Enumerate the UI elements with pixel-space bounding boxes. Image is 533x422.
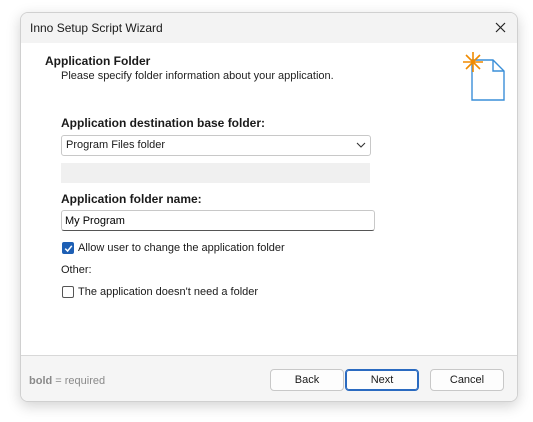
back-button[interactable]: Back xyxy=(270,369,344,391)
base-folder-label: Application destination base folder: xyxy=(61,116,266,130)
base-folder-path-display xyxy=(61,163,370,183)
allow-change-checkbox[interactable] xyxy=(62,242,74,254)
base-folder-dropdown[interactable]: Program Files folder xyxy=(61,135,371,156)
footer-bar: bold = required Back Next Cancel xyxy=(21,356,517,401)
wizard-content: Application Folder Please specify folder… xyxy=(21,43,517,355)
base-folder-value: Program Files folder xyxy=(66,139,166,151)
title-bar: Inno Setup Script Wizard xyxy=(21,13,517,43)
no-folder-checkbox[interactable] xyxy=(62,286,74,298)
page-subtitle: Please specify folder information about … xyxy=(61,70,334,82)
required-hint-text: = required xyxy=(52,375,106,387)
other-label: Other: xyxy=(61,264,92,276)
cancel-button[interactable]: Cancel xyxy=(430,369,504,391)
chevron-down-icon xyxy=(356,142,366,148)
checkmark-icon xyxy=(64,245,73,253)
next-button[interactable]: Next xyxy=(345,369,419,391)
allow-change-label[interactable]: Allow user to change the application fol… xyxy=(78,242,285,254)
wizard-window: Inno Setup Script Wizard Application Fol… xyxy=(20,12,518,402)
window-title: Inno Setup Script Wizard xyxy=(30,21,163,35)
folder-name-input[interactable] xyxy=(61,210,375,231)
page-title: Application Folder xyxy=(45,54,151,68)
no-folder-label[interactable]: The application doesn't need a folder xyxy=(78,286,258,298)
wizard-page-star-icon xyxy=(463,52,505,101)
required-hint-bold: bold xyxy=(29,375,53,387)
folder-name-label: Application folder name: xyxy=(61,192,202,206)
close-button[interactable] xyxy=(485,13,517,43)
required-hint: bold = required xyxy=(29,375,105,387)
close-icon xyxy=(495,22,506,33)
